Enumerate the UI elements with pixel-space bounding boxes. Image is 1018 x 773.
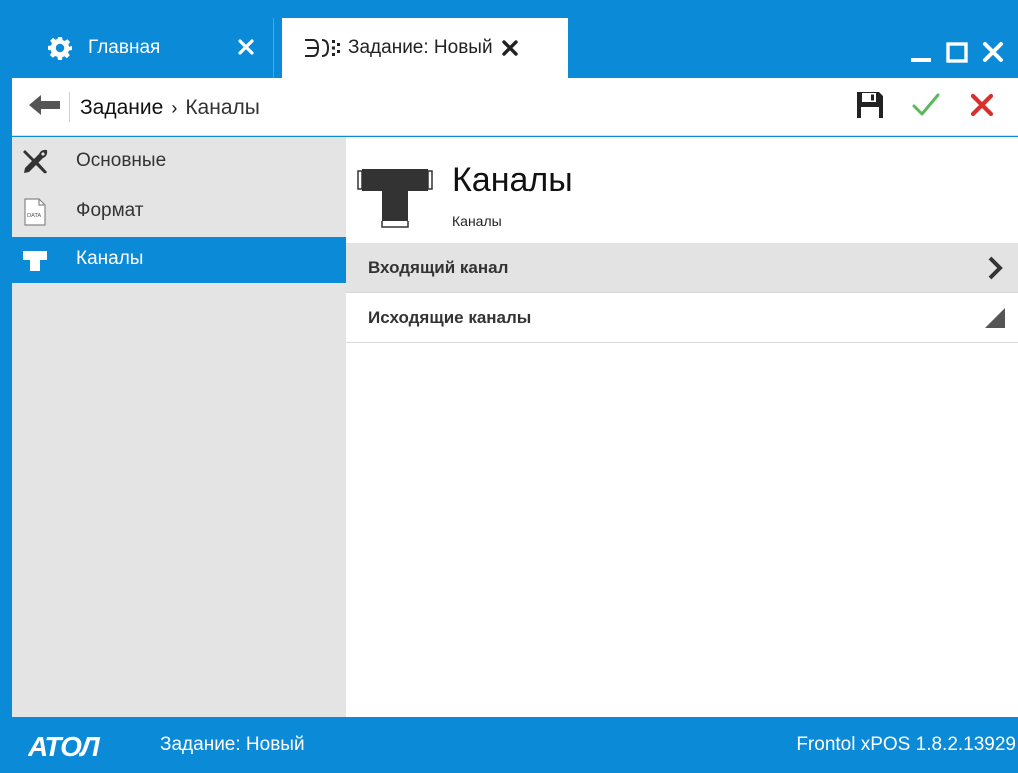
- sidebar-item-label: Каналы: [76, 248, 144, 269]
- close-icon: [970, 93, 994, 122]
- minimize-icon[interactable]: [908, 38, 934, 66]
- toolbar: Задание › Каналы: [12, 78, 1018, 136]
- row-label: Входящий канал: [368, 257, 509, 277]
- main-content: Каналы Каналы Входящий канал Исходящие к…: [346, 137, 1018, 717]
- close-icon[interactable]: [980, 38, 1006, 66]
- tee-pipe-icon: [356, 165, 434, 235]
- maximize-icon[interactable]: [944, 38, 970, 66]
- gear-icon: [46, 34, 74, 62]
- cancel-button[interactable]: [954, 88, 1010, 126]
- row-label: Исходящие каналы: [368, 307, 532, 327]
- sidebar-item-label: Основные: [76, 150, 167, 171]
- breadcrumb: Задание › Каналы: [80, 94, 260, 122]
- section-header: Каналы Каналы: [346, 137, 1018, 243]
- section-title: Каналы: [452, 161, 573, 199]
- save-icon: [855, 90, 885, 125]
- tools-icon: [20, 147, 50, 177]
- app-window: Главная Задание: Новый Задание › Каналы …: [0, 0, 1018, 773]
- data-file-icon: DATA: [20, 197, 50, 227]
- sidebar-item-channels[interactable]: Каналы: [12, 237, 346, 283]
- status-task: Задание: Новый: [160, 734, 305, 755]
- expand-corner-icon: [982, 305, 1008, 331]
- tab-task[interactable]: Задание: Новый: [282, 18, 568, 78]
- tee-pipe-icon: [20, 245, 50, 275]
- toolbar-actions: [842, 88, 1010, 126]
- check-icon: [912, 92, 940, 123]
- arrow-left-icon: [28, 94, 61, 121]
- breadcrumb-parent[interactable]: Задание: [80, 96, 163, 120]
- sidebar-item-label: Формат: [76, 200, 144, 221]
- row-incoming-channel[interactable]: Входящий канал: [346, 243, 1018, 293]
- atol-logo: АТОЛ: [27, 731, 128, 762]
- close-icon[interactable]: [233, 34, 259, 60]
- status-version: Frontol xPOS 1.8.2.13929: [796, 734, 1016, 755]
- breadcrumb-separator: ›: [171, 97, 178, 118]
- sidebar-item-main[interactable]: Основные: [12, 137, 346, 187]
- tab-home-label: Главная: [88, 37, 161, 58]
- svg-text:DATA: DATA: [27, 213, 41, 219]
- sidebar: Основные DATA Формат Каналы: [12, 137, 346, 717]
- window-controls: [908, 36, 1006, 68]
- svg-text:АТОЛ: АТОЛ: [28, 731, 101, 761]
- sidebar-item-format[interactable]: DATA Формат: [12, 187, 346, 237]
- tab-home[interactable]: Главная: [18, 18, 274, 78]
- apply-button[interactable]: [898, 88, 954, 126]
- back-button[interactable]: [20, 92, 70, 122]
- row-outgoing-channels[interactable]: Исходящие каналы: [346, 293, 1018, 343]
- title-bar: Главная Задание: Новый: [0, 0, 1018, 78]
- breadcrumb-current: Каналы: [185, 96, 260, 119]
- section-subtitle: Каналы: [452, 213, 502, 229]
- channels-merge-icon: [302, 34, 342, 62]
- close-icon[interactable]: [499, 37, 521, 59]
- tab-task-label: Задание: Новый: [348, 37, 493, 58]
- status-bar: АТОЛ Задание: Новый Frontol xPOS 1.8.2.1…: [0, 717, 1018, 773]
- chevron-right-icon: [982, 255, 1008, 281]
- save-button[interactable]: [842, 88, 898, 126]
